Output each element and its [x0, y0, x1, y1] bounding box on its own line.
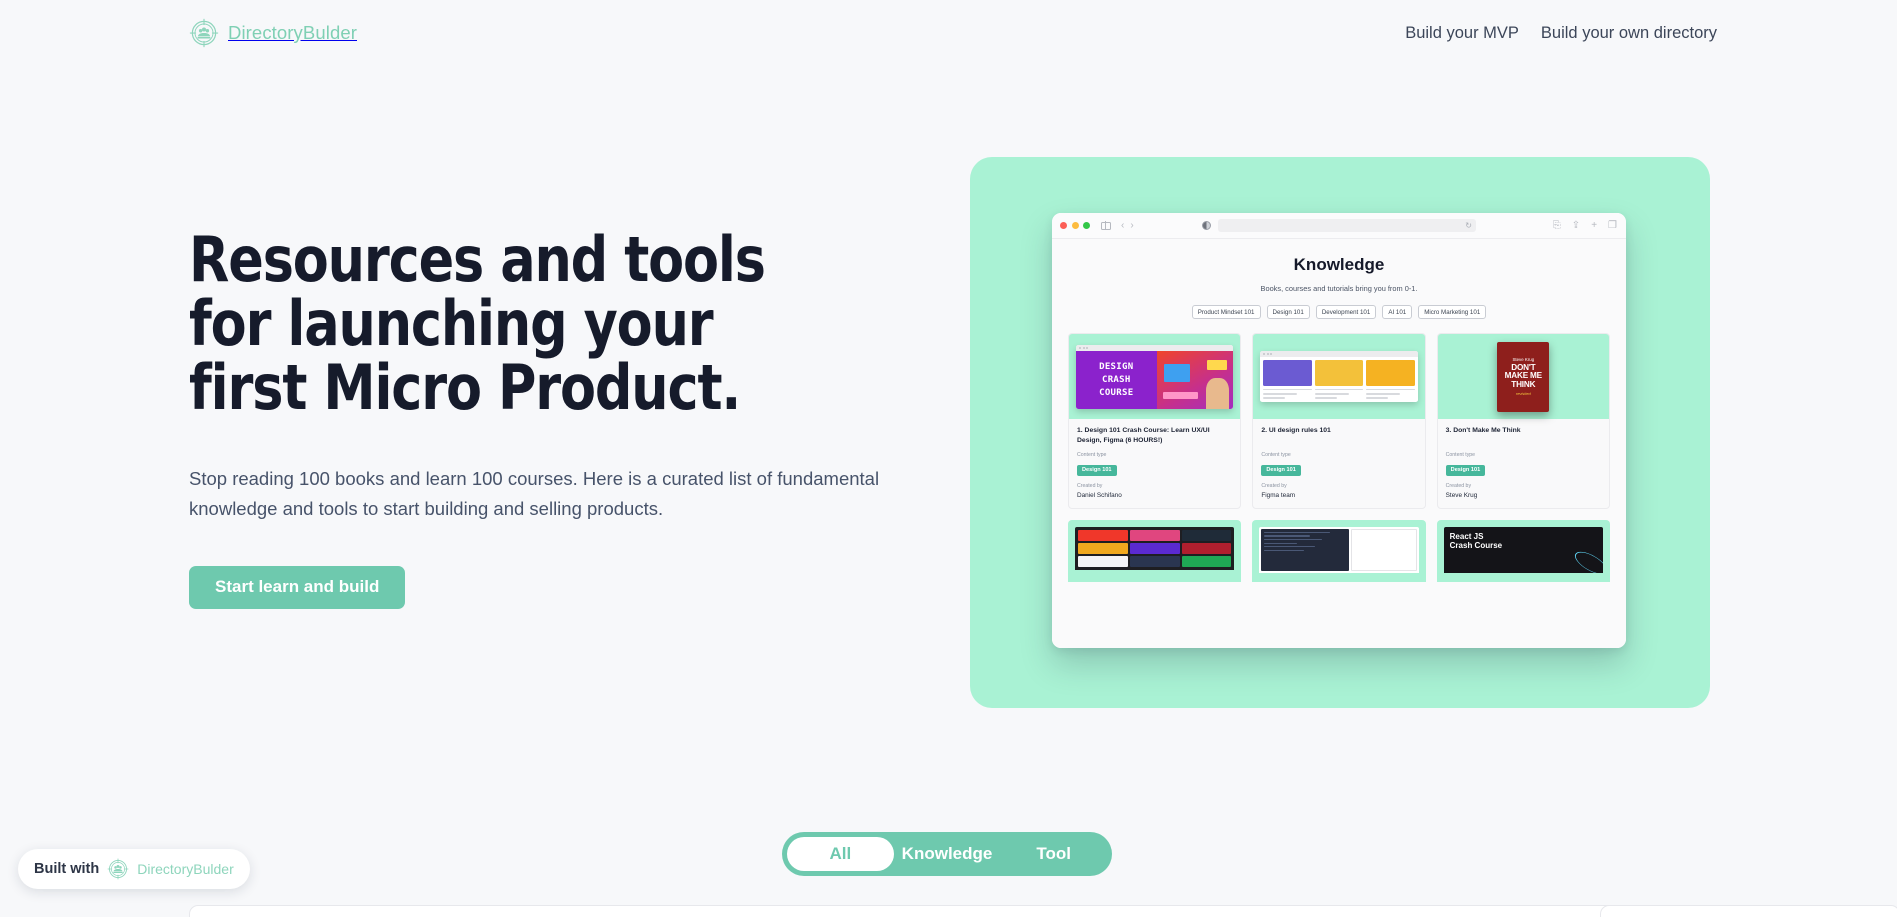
address-bar-group: ↻ [1202, 219, 1476, 232]
new-tab-plus-icon[interactable]: + [1591, 220, 1597, 231]
react-logo-icon [1571, 547, 1603, 573]
filter-pill-design[interactable]: Design 101 [1266, 305, 1310, 319]
page-title: Resources and tools for launching your f… [189, 228, 866, 420]
resource-card-grid-row-2: React JS Crash Course [1068, 519, 1610, 582]
browser-page-content: Knowledge Books, courses and tutorials b… [1052, 239, 1626, 648]
table-row[interactable]: 2. UI design rules 101 Content type Desi… [1252, 333, 1426, 509]
book-author: Steve Krug [1512, 356, 1535, 362]
site-header: DirectoryBulder Build your MVP Build you… [0, 0, 1897, 75]
created-by-label: Created by [1077, 483, 1103, 490]
browser-toolbar-right: ⎘ ⇪ + ❐ [1553, 220, 1617, 231]
card-body: 1. Design 101 Crash Course: Learn UX/UI … [1069, 419, 1240, 508]
card-thumbnail-colorful-tiles[interactable] [1068, 519, 1242, 582]
status-badge: Design 101 [1445, 464, 1486, 476]
tab-overview-icon[interactable]: ❐ [1608, 220, 1617, 231]
thumb-text-crash-course: Crash Course [1449, 540, 1503, 550]
start-learn-and-build-button[interactable]: Start learn and build [189, 565, 406, 609]
card-author: Daniel Schifano [1077, 491, 1122, 499]
landing-page: DirectoryBulder Build your MVP Build you… [0, 0, 1897, 917]
window-traffic-lights [1060, 222, 1090, 229]
nav-item-build-your-own-directory[interactable]: Build your own directory [1541, 24, 1717, 43]
thumb-text-course: COURSE [1099, 387, 1134, 398]
headline-line-3: first Micro Product. [189, 350, 741, 424]
hero-subtext: Stop reading 100 books and learn 100 cou… [189, 467, 880, 519]
filter-pill-list: Product Mindset 101 Design 101 Developme… [1068, 305, 1610, 319]
list-item[interactable] [189, 905, 1709, 917]
thumb-text-design: DESIGN [1099, 361, 1134, 372]
thumbnail-artwork [1259, 526, 1419, 573]
download-icon[interactable]: ⎘ [1553, 220, 1561, 231]
card-body: 2. UI design rules 101 Content type Desi… [1253, 419, 1424, 508]
status-badge: Design 101 [1261, 464, 1301, 476]
filter-pill-micro-marketing[interactable]: Micro Marketing 101 [1418, 305, 1487, 319]
book-cover: Steve Krug DON'T MAKE ME THINK revisited [1497, 341, 1550, 412]
resource-card-grid: DESIGN CRASH COURSE 1. Design 101 Crash … [1068, 333, 1610, 509]
content-type-label: Content type [1261, 452, 1291, 458]
reload-icon[interactable]: ↻ [1465, 221, 1472, 230]
built-with-label: Built with [34, 861, 100, 877]
tab-tool[interactable]: Tool [1000, 837, 1107, 871]
card-title: 2. UI design rules 101 [1261, 427, 1331, 434]
thumbnail-artwork: React JS Crash Course [1443, 526, 1603, 573]
directory-people-circle-icon [189, 18, 219, 48]
thumbnail-artwork: DESIGN CRASH COURSE [1076, 350, 1234, 409]
forward-arrow-icon[interactable]: › [1130, 220, 1133, 231]
nav-item-build-your-mvp[interactable]: Build your MVP [1405, 24, 1519, 43]
maximize-green-icon [1083, 222, 1090, 229]
mockup-page-subtitle: Books, courses and tutorials bring you f… [1260, 284, 1418, 293]
thumbnail-mini-browser [1260, 351, 1418, 402]
share-icon[interactable]: ⇪ [1572, 220, 1580, 231]
filter-pill-product-mindset[interactable]: Product Mindset 101 [1191, 305, 1261, 319]
filter-pill-development[interactable]: Development 101 [1315, 305, 1377, 319]
main-navigation: Build your MVP Build your own directory [1405, 24, 1717, 43]
close-red-icon [1060, 222, 1067, 229]
content-type-label: Content type [1077, 452, 1107, 459]
content-type-label: Content type [1445, 452, 1476, 458]
sidebar-toggle-icon[interactable] [1101, 221, 1111, 230]
list-item[interactable] [1600, 905, 1897, 917]
tab-all[interactable]: All [787, 837, 894, 871]
brand-logo[interactable]: DirectoryBulder [189, 18, 357, 48]
directory-people-circle-icon [107, 858, 129, 880]
reader-mode-icon[interactable] [1202, 221, 1211, 230]
created-by-label: Created by [1261, 483, 1287, 489]
card-body: 3. Don't Make Me Think Content type Desi… [1438, 419, 1609, 508]
url-input[interactable]: ↻ [1218, 219, 1476, 232]
card-thumbnail-code-editor[interactable] [1252, 519, 1426, 582]
thumbnail-artwork [1260, 357, 1418, 402]
thumb-text-crash: CRASH [1101, 374, 1131, 385]
book-title: DON'T MAKE ME THINK [1504, 362, 1542, 389]
card-thumbnail-ui-design-rules [1253, 334, 1425, 419]
back-arrow-icon[interactable]: ‹ [1121, 220, 1124, 231]
card-title: 1. Design 101 Crash Course: Learn UX/UI … [1077, 427, 1210, 444]
card-thumbnail-dont-make-me-think: Steve Krug DON'T MAKE ME THINK revisited [1437, 334, 1609, 419]
thumbnail-artwork [1075, 526, 1235, 570]
mockup-page-title: Knowledge [1293, 255, 1385, 274]
built-with-brand: DirectoryBulder [137, 861, 234, 877]
hero-text-block: Resources and tools for launching your f… [189, 228, 909, 609]
brand-name: DirectoryBulder [228, 22, 357, 43]
card-author: Figma team [1261, 491, 1296, 499]
browser-toolbar: ‹ › ↻ ⎘ ⇪ + ❐ [1052, 213, 1626, 239]
content-filter-tabs: All Knowledge Tool [782, 832, 1112, 876]
filter-pill-ai[interactable]: AI 101 [1382, 305, 1413, 319]
headline-line-2: for launching your [189, 286, 714, 360]
status-badge: Design 101 [1077, 464, 1117, 476]
headline-line-1: Resources and tools [189, 223, 766, 296]
card-title: 3. Don't Make Me Think [1445, 427, 1521, 434]
minimize-yellow-icon [1071, 222, 1079, 229]
card-thumbnail-react-js[interactable]: React JS Crash Course [1436, 519, 1610, 582]
book-subtitle: revisited [1515, 391, 1531, 397]
browser-mockup: ‹ › ↻ ⎘ ⇪ + ❐ Knowledge Books, courses a… [1052, 213, 1626, 648]
thumbnail-mini-browser: DESIGN CRASH COURSE [1076, 344, 1234, 409]
card-author: Steve Krug [1445, 491, 1478, 499]
table-row[interactable]: DESIGN CRASH COURSE 1. Design 101 Crash … [1068, 333, 1242, 509]
created-by-label: Created by [1445, 483, 1472, 489]
card-thumbnail-design-crash-course: DESIGN CRASH COURSE [1069, 334, 1241, 419]
built-with-badge[interactable]: Built with DirectoryBulder [18, 849, 250, 889]
table-row[interactable]: Steve Krug DON'T MAKE ME THINK revisited… [1436, 333, 1610, 509]
tab-knowledge[interactable]: Knowledge [894, 837, 1001, 871]
